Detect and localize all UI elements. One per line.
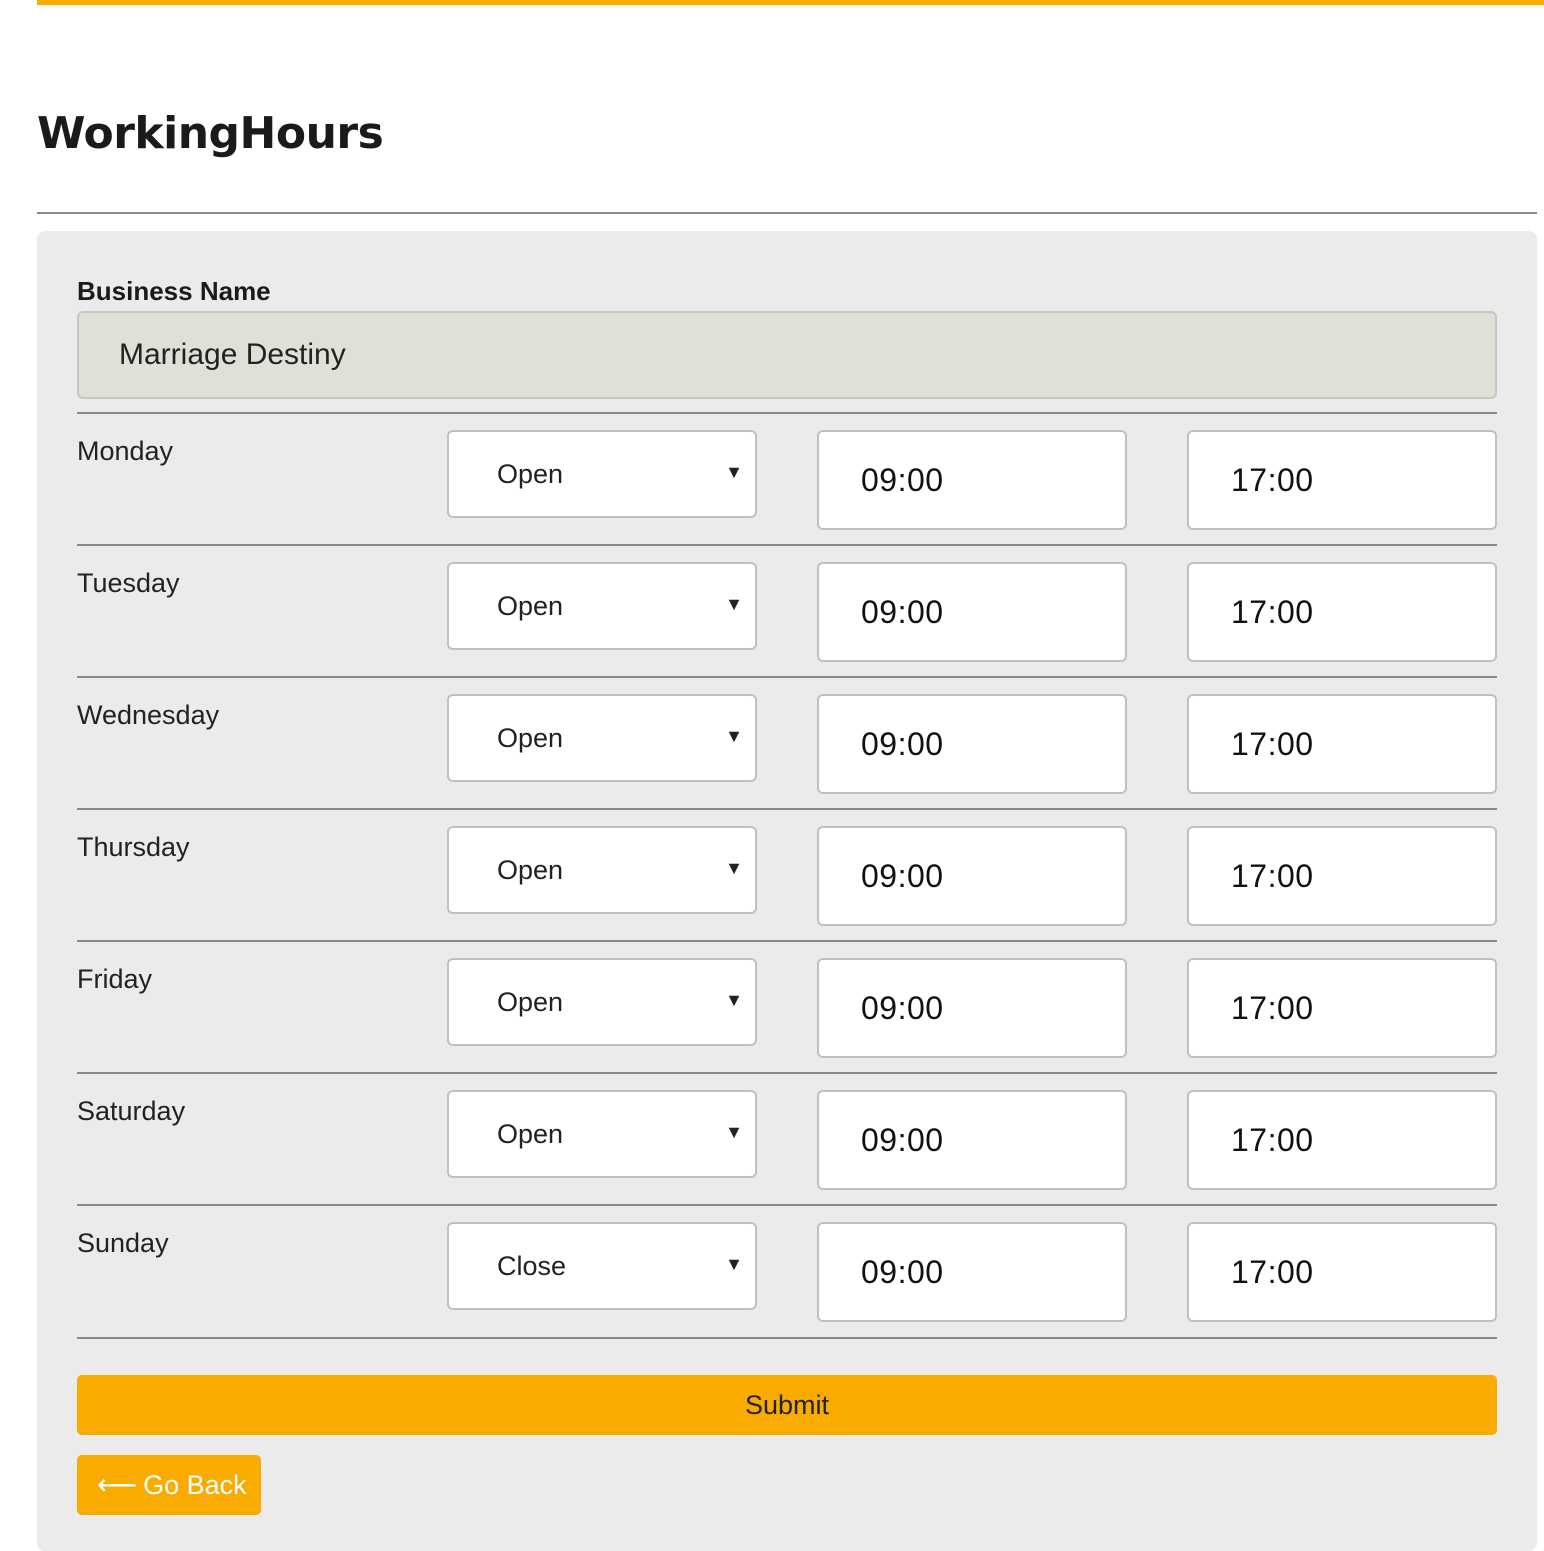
status-select[interactable]: Open ▼	[447, 958, 757, 1046]
day-label: Friday	[77, 964, 153, 994]
day-label: Tuesday	[77, 568, 180, 598]
end-time-value: 17:00	[1231, 726, 1314, 762]
status-select[interactable]: Open ▼	[447, 562, 757, 650]
working-hours-form: Business Name Monday Open ▼ 09:00 17:00 …	[37, 231, 1537, 1551]
status-value: Open	[497, 1119, 564, 1149]
start-time-input[interactable]: 09:00	[817, 1090, 1127, 1190]
status-value: Open	[497, 987, 564, 1017]
day-label: Monday	[77, 436, 174, 466]
start-time-value: 09:00	[861, 594, 944, 630]
day-row-thursday: Thursday Open ▼ 09:00 17:00	[77, 808, 1497, 940]
start-time-value: 09:00	[861, 462, 944, 498]
top-accent-bar	[37, 0, 1544, 5]
title-divider	[37, 212, 1537, 214]
start-time-value: 09:00	[861, 990, 944, 1026]
left-arrow-icon: ⟵	[97, 1469, 138, 1500]
end-time-input[interactable]: 17:00	[1187, 958, 1497, 1058]
status-value: Open	[497, 591, 564, 621]
caret-down-icon: ▼	[725, 1122, 743, 1142]
status-value: Open	[497, 723, 564, 753]
start-time-value: 09:00	[861, 726, 944, 762]
caret-down-icon: ▼	[725, 858, 743, 878]
page-title: WorkingHours	[37, 108, 384, 159]
status-value: Open	[497, 459, 564, 489]
end-time-value: 17:00	[1231, 990, 1314, 1026]
day-label: Thursday	[77, 832, 190, 862]
form-divider	[77, 1337, 1497, 1339]
end-time-input[interactable]: 17:00	[1187, 694, 1497, 794]
day-label: Saturday	[77, 1096, 186, 1126]
business-name-input[interactable]	[77, 311, 1497, 399]
status-select[interactable]: Close ▼	[447, 1222, 757, 1310]
start-time-input[interactable]: 09:00	[817, 826, 1127, 926]
end-time-value: 17:00	[1231, 594, 1314, 630]
status-select[interactable]: Open ▼	[447, 1090, 757, 1178]
start-time-input[interactable]: 09:00	[817, 1222, 1127, 1322]
start-time-input[interactable]: 09:00	[817, 430, 1127, 530]
end-time-value: 17:00	[1231, 1254, 1314, 1290]
start-time-input[interactable]: 09:00	[817, 694, 1127, 794]
caret-down-icon: ▼	[725, 990, 743, 1010]
start-time-value: 09:00	[861, 1122, 944, 1158]
end-time-input[interactable]: 17:00	[1187, 430, 1497, 530]
status-value: Open	[497, 855, 564, 885]
end-time-value: 17:00	[1231, 1122, 1314, 1158]
submit-button[interactable]: Submit	[77, 1375, 1497, 1435]
start-time-value: 09:00	[861, 858, 944, 894]
start-time-value: 09:00	[861, 1254, 944, 1290]
caret-down-icon: ▼	[725, 726, 743, 746]
start-time-input[interactable]: 09:00	[817, 562, 1127, 662]
status-value: Close	[497, 1251, 567, 1281]
day-label: Wednesday	[77, 700, 220, 730]
status-select[interactable]: Open ▼	[447, 826, 757, 914]
caret-down-icon: ▼	[725, 1254, 743, 1274]
status-select[interactable]: Open ▼	[447, 694, 757, 782]
end-time-value: 17:00	[1231, 858, 1314, 894]
day-label: Sunday	[77, 1228, 169, 1258]
go-back-button[interactable]: ⟵ Go Back	[77, 1455, 261, 1515]
go-back-label: Go Back	[143, 1470, 247, 1500]
status-select[interactable]: Open ▼	[447, 430, 757, 518]
day-row-sunday: Sunday Close ▼ 09:00 17:00	[77, 1204, 1497, 1336]
end-time-value: 17:00	[1231, 462, 1314, 498]
day-row-tuesday: Tuesday Open ▼ 09:00 17:00	[77, 544, 1497, 676]
end-time-input[interactable]: 17:00	[1187, 1090, 1497, 1190]
day-row-saturday: Saturday Open ▼ 09:00 17:00	[77, 1072, 1497, 1204]
business-name-label: Business Name	[77, 276, 271, 306]
day-row-friday: Friday Open ▼ 09:00 17:00	[77, 940, 1497, 1072]
end-time-input[interactable]: 17:00	[1187, 562, 1497, 662]
caret-down-icon: ▼	[725, 462, 743, 482]
caret-down-icon: ▼	[725, 594, 743, 614]
end-time-input[interactable]: 17:00	[1187, 1222, 1497, 1322]
day-row-monday: Monday Open ▼ 09:00 17:00	[77, 412, 1497, 544]
day-row-wednesday: Wednesday Open ▼ 09:00 17:00	[77, 676, 1497, 808]
end-time-input[interactable]: 17:00	[1187, 826, 1497, 926]
start-time-input[interactable]: 09:00	[817, 958, 1127, 1058]
